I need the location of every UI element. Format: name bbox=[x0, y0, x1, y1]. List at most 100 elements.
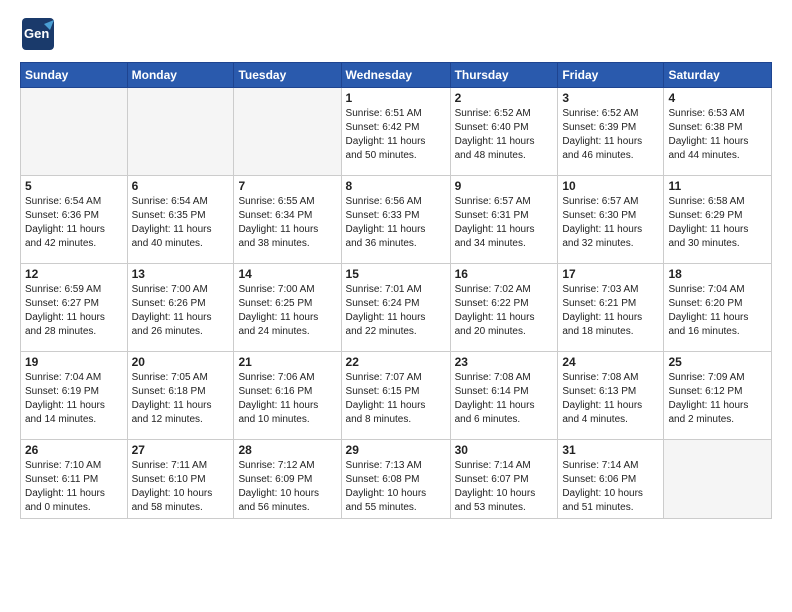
svg-text:Gen: Gen bbox=[24, 26, 49, 41]
day-info: Sunrise: 7:11 AM Sunset: 6:10 PM Dayligh… bbox=[132, 459, 230, 515]
calendar-cell: 10Sunrise: 6:57 AM Sunset: 6:30 PM Dayli… bbox=[558, 176, 664, 264]
day-info: Sunrise: 7:08 AM Sunset: 6:14 PM Dayligh… bbox=[455, 371, 554, 427]
calendar-cell: 18 Sunrise: 7:04 AM Sunset: 6:20 PM Dayli… bbox=[664, 264, 772, 352]
logo: Gen bbox=[20, 16, 60, 52]
calendar-week-row: 19Sunrise: 7:04 AM Sunset: 6:19 PM Dayli… bbox=[21, 352, 772, 440]
calendar-cell: 31 Sunrise: 7:14 AM Sunset: 6:06 PM Dayli… bbox=[558, 440, 664, 519]
day-number: 15 bbox=[346, 267, 446, 281]
day-number: 18 bbox=[668, 267, 767, 281]
calendar-week-row: 5 Sunrise: 6:54 AM Sunset: 6:36 PM Daylig… bbox=[21, 176, 772, 264]
day-number: 22 bbox=[346, 355, 446, 369]
calendar-cell: 26 Sunrise: 7:10 AM Sunset: 6:11 PM Dayli… bbox=[21, 440, 128, 519]
calendar-cell: 11Sunrise: 6:58 AM Sunset: 6:29 PM Dayli… bbox=[664, 176, 772, 264]
day-info: Sunrise: 6:51 AM Sunset: 6:42 PM Dayligh… bbox=[346, 107, 446, 163]
calendar-cell: 14 Sunrise: 7:00 AM Sunset: 6:25 PM Dayli… bbox=[234, 264, 341, 352]
day-info: Sunrise: 6:52 AM Sunset: 6:40 PM Dayligh… bbox=[455, 107, 554, 163]
calendar-cell: 3Sunrise: 6:52 AM Sunset: 6:39 PM Daylig… bbox=[558, 88, 664, 176]
calendar-cell: 15 Sunrise: 7:01 AM Sunset: 6:24 PM Dayli… bbox=[341, 264, 450, 352]
calendar-cell: 30 Sunrise: 7:14 AM Sunset: 6:07 PM Dayli… bbox=[450, 440, 558, 519]
day-info: Sunrise: 7:08 AM Sunset: 6:13 PM Dayligh… bbox=[562, 371, 659, 427]
day-number: 8 bbox=[346, 179, 446, 193]
day-number: 26 bbox=[25, 443, 123, 457]
day-info: Sunrise: 6:58 AM Sunset: 6:29 PM Dayligh… bbox=[668, 195, 767, 251]
logo-icon: Gen bbox=[20, 16, 56, 52]
calendar-cell: 12 Sunrise: 6:59 AM Sunset: 6:27 PM Dayli… bbox=[21, 264, 128, 352]
calendar-cell: 16 Sunrise: 7:02 AM Sunset: 6:22 PM Dayli… bbox=[450, 264, 558, 352]
calendar-cell bbox=[234, 88, 341, 176]
day-info: Sunrise: 6:55 AM Sunset: 6:34 PM Dayligh… bbox=[238, 195, 336, 251]
day-number: 14 bbox=[238, 267, 336, 281]
calendar-table: SundayMondayTuesdayWednesdayThursdayFrid… bbox=[20, 62, 772, 519]
day-info: Sunrise: 6:57 AM Sunset: 6:31 PM Dayligh… bbox=[455, 195, 554, 251]
day-info: Sunrise: 6:54 AM Sunset: 6:36 PM Dayligh… bbox=[25, 195, 123, 251]
calendar-header-row: SundayMondayTuesdayWednesdayThursdayFrid… bbox=[21, 63, 772, 88]
weekday-header-sunday: Sunday bbox=[21, 63, 128, 88]
calendar-cell: 29 Sunrise: 7:13 AM Sunset: 6:08 PM Dayli… bbox=[341, 440, 450, 519]
day-info: Sunrise: 7:02 AM Sunset: 6:22 PM Dayligh… bbox=[455, 283, 554, 339]
day-number: 29 bbox=[346, 443, 446, 457]
calendar-cell: 25Sunrise: 7:09 AM Sunset: 6:12 PM Dayli… bbox=[664, 352, 772, 440]
calendar-week-row: 26 Sunrise: 7:10 AM Sunset: 6:11 PM Dayli… bbox=[21, 440, 772, 519]
calendar-cell: 23 Sunrise: 7:08 AM Sunset: 6:14 PM Dayli… bbox=[450, 352, 558, 440]
day-info: Sunrise: 6:59 AM Sunset: 6:27 PM Dayligh… bbox=[25, 283, 123, 339]
day-number: 16 bbox=[455, 267, 554, 281]
calendar-cell: 4 Sunrise: 6:53 AM Sunset: 6:38 PM Daylig… bbox=[664, 88, 772, 176]
day-info: Sunrise: 7:12 AM Sunset: 6:09 PM Dayligh… bbox=[238, 459, 336, 515]
day-info: Sunrise: 7:00 AM Sunset: 6:25 PM Dayligh… bbox=[238, 283, 336, 339]
day-number: 12 bbox=[25, 267, 123, 281]
day-info: Sunrise: 6:54 AM Sunset: 6:35 PM Dayligh… bbox=[132, 195, 230, 251]
day-number: 1 bbox=[346, 91, 446, 105]
calendar-cell: 7 Sunrise: 6:55 AM Sunset: 6:34 PM Daylig… bbox=[234, 176, 341, 264]
day-info: Sunrise: 7:07 AM Sunset: 6:15 PM Dayligh… bbox=[346, 371, 446, 427]
calendar-cell: 22 Sunrise: 7:07 AM Sunset: 6:15 PM Dayli… bbox=[341, 352, 450, 440]
calendar-cell: 19Sunrise: 7:04 AM Sunset: 6:19 PM Dayli… bbox=[21, 352, 128, 440]
day-number: 5 bbox=[25, 179, 123, 193]
day-info: Sunrise: 7:14 AM Sunset: 6:06 PM Dayligh… bbox=[562, 459, 659, 515]
day-info: Sunrise: 7:14 AM Sunset: 6:07 PM Dayligh… bbox=[455, 459, 554, 515]
day-number: 31 bbox=[562, 443, 659, 457]
day-number: 21 bbox=[238, 355, 336, 369]
day-info: Sunrise: 7:01 AM Sunset: 6:24 PM Dayligh… bbox=[346, 283, 446, 339]
page-container: Gen SundayMondayTuesdayWednesdayThursday… bbox=[0, 0, 792, 529]
calendar-cell: 27Sunrise: 7:11 AM Sunset: 6:10 PM Dayli… bbox=[127, 440, 234, 519]
weekday-header-wednesday: Wednesday bbox=[341, 63, 450, 88]
day-info: Sunrise: 6:53 AM Sunset: 6:38 PM Dayligh… bbox=[668, 107, 767, 163]
day-info: Sunrise: 7:13 AM Sunset: 6:08 PM Dayligh… bbox=[346, 459, 446, 515]
calendar-cell: 17Sunrise: 7:03 AM Sunset: 6:21 PM Dayli… bbox=[558, 264, 664, 352]
calendar-cell: 8 Sunrise: 6:56 AM Sunset: 6:33 PM Daylig… bbox=[341, 176, 450, 264]
day-info: Sunrise: 7:05 AM Sunset: 6:18 PM Dayligh… bbox=[132, 371, 230, 427]
day-info: Sunrise: 7:00 AM Sunset: 6:26 PM Dayligh… bbox=[132, 283, 230, 339]
calendar-cell: 13 Sunrise: 7:00 AM Sunset: 6:26 PM Dayli… bbox=[127, 264, 234, 352]
day-info: Sunrise: 6:56 AM Sunset: 6:33 PM Dayligh… bbox=[346, 195, 446, 251]
weekday-header-thursday: Thursday bbox=[450, 63, 558, 88]
day-number: 6 bbox=[132, 179, 230, 193]
day-number: 25 bbox=[668, 355, 767, 369]
day-number: 9 bbox=[455, 179, 554, 193]
day-number: 13 bbox=[132, 267, 230, 281]
day-info: Sunrise: 6:57 AM Sunset: 6:30 PM Dayligh… bbox=[562, 195, 659, 251]
calendar-week-row: 1 Sunrise: 6:51 AM Sunset: 6:42 PM Daylig… bbox=[21, 88, 772, 176]
day-info: Sunrise: 7:04 AM Sunset: 6:20 PM Dayligh… bbox=[668, 283, 767, 339]
calendar-cell: 21 Sunrise: 7:06 AM Sunset: 6:16 PM Dayli… bbox=[234, 352, 341, 440]
weekday-header-tuesday: Tuesday bbox=[234, 63, 341, 88]
day-number: 28 bbox=[238, 443, 336, 457]
day-info: Sunrise: 7:06 AM Sunset: 6:16 PM Dayligh… bbox=[238, 371, 336, 427]
calendar-cell: 5 Sunrise: 6:54 AM Sunset: 6:36 PM Daylig… bbox=[21, 176, 128, 264]
weekday-header-saturday: Saturday bbox=[664, 63, 772, 88]
day-number: 19 bbox=[25, 355, 123, 369]
day-number: 2 bbox=[455, 91, 554, 105]
calendar-cell: 6 Sunrise: 6:54 AM Sunset: 6:35 PM Daylig… bbox=[127, 176, 234, 264]
day-number: 7 bbox=[238, 179, 336, 193]
calendar-cell: 1 Sunrise: 6:51 AM Sunset: 6:42 PM Daylig… bbox=[341, 88, 450, 176]
weekday-header-friday: Friday bbox=[558, 63, 664, 88]
calendar-cell: 24Sunrise: 7:08 AM Sunset: 6:13 PM Dayli… bbox=[558, 352, 664, 440]
day-info: Sunrise: 7:10 AM Sunset: 6:11 PM Dayligh… bbox=[25, 459, 123, 515]
calendar-cell: 9 Sunrise: 6:57 AM Sunset: 6:31 PM Daylig… bbox=[450, 176, 558, 264]
day-number: 23 bbox=[455, 355, 554, 369]
calendar-week-row: 12 Sunrise: 6:59 AM Sunset: 6:27 PM Dayli… bbox=[21, 264, 772, 352]
page-header: Gen bbox=[20, 16, 772, 52]
day-number: 4 bbox=[668, 91, 767, 105]
day-number: 30 bbox=[455, 443, 554, 457]
day-number: 3 bbox=[562, 91, 659, 105]
calendar-cell: 28 Sunrise: 7:12 AM Sunset: 6:09 PM Dayli… bbox=[234, 440, 341, 519]
